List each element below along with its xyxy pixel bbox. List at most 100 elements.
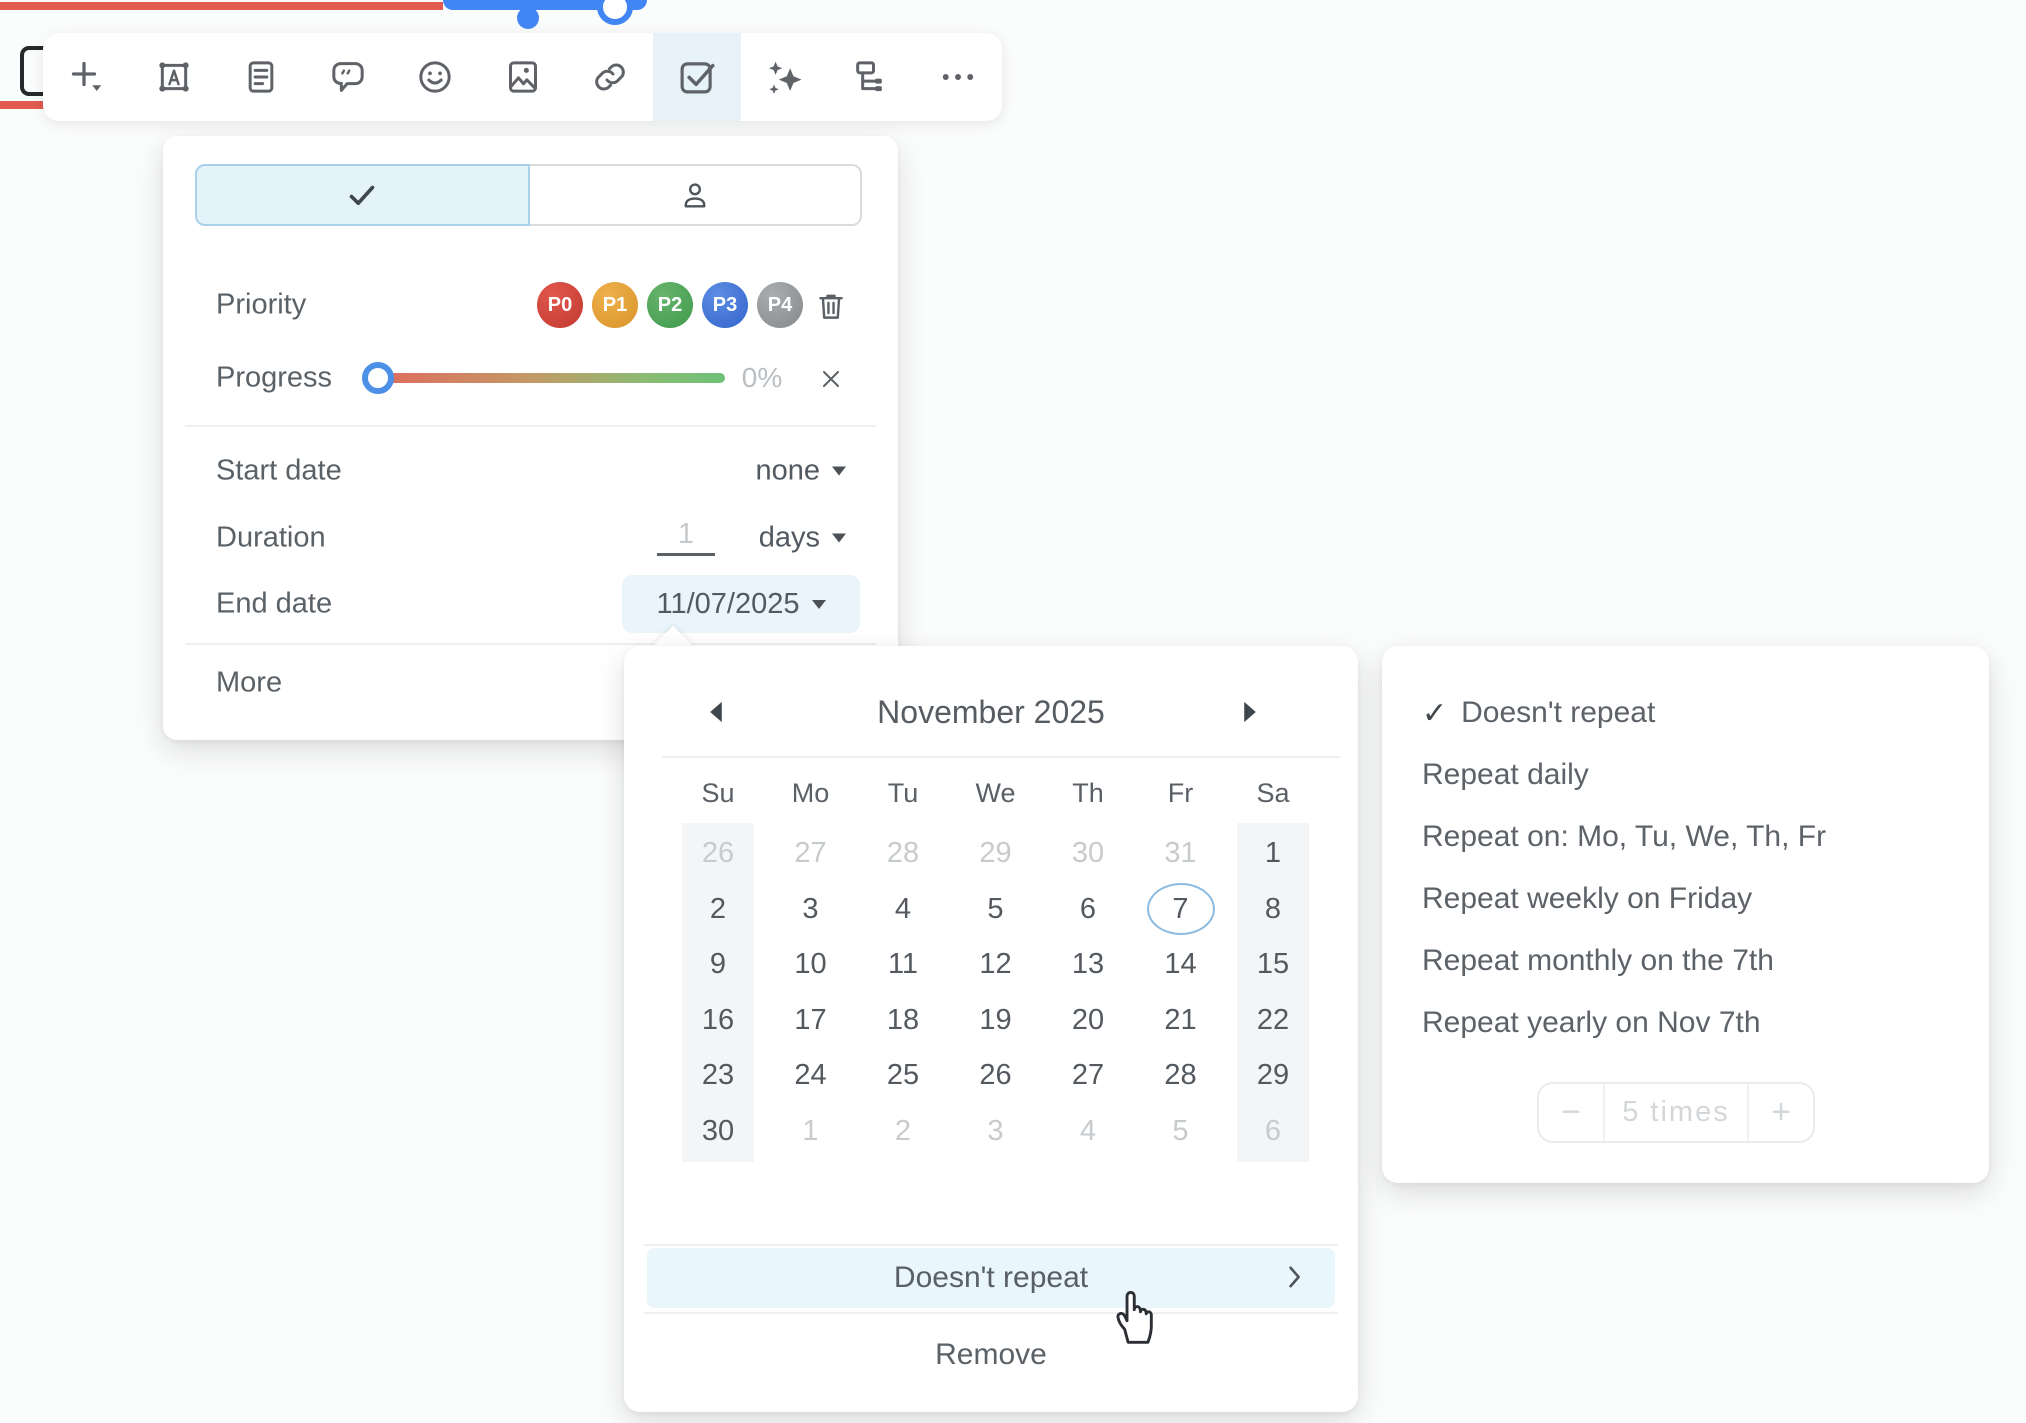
calendar-day[interactable]: 10 (775, 937, 847, 993)
calendar-day[interactable]: 27 (1052, 1048, 1124, 1104)
calendar-day[interactable]: 9 (682, 937, 754, 993)
calendar-day[interactable]: 5 (960, 882, 1032, 938)
calendar-day[interactable]: 20 (1052, 993, 1124, 1049)
calendar-day[interactable]: 5 (1145, 1104, 1217, 1160)
duration-unit-dropdown[interactable]: days (759, 522, 846, 555)
repeat-option-label: Repeat monthly on the 7th (1422, 944, 1774, 978)
calendar-day[interactable]: 4 (1052, 1104, 1124, 1160)
chevron-down-icon (832, 534, 846, 543)
mind-map-button[interactable] (828, 33, 915, 121)
selection-handle-ring[interactable] (597, 0, 633, 25)
ai-button[interactable] (741, 33, 828, 121)
text-frame-icon (154, 57, 194, 97)
calendar-day[interactable]: 8 (1237, 882, 1309, 938)
calendar-day[interactable]: 23 (682, 1048, 754, 1104)
calendar-day[interactable]: 6 (1052, 882, 1124, 938)
repeat-option[interactable]: Repeat weekly on Friday (1382, 868, 1989, 930)
increment-button[interactable]: + (1749, 1084, 1813, 1141)
chevron-down-icon (812, 600, 826, 609)
calendar-day[interactable]: 21 (1145, 993, 1217, 1049)
selected-day-ring: 7 (1147, 883, 1215, 935)
red-connector-line[interactable] (0, 2, 443, 10)
plus-icon (66, 56, 108, 98)
tab-status[interactable] (195, 164, 530, 226)
check-icon: ✓ (1422, 696, 1447, 731)
note-button[interactable] (217, 33, 304, 121)
priority-badge-p2[interactable]: P2 (647, 282, 693, 328)
date-picker-popup: November 2025 SuMoTuWeThFrSa 26272829303… (624, 646, 1358, 1412)
repeat-count-stepper: − 5 times + (1537, 1082, 1815, 1143)
end-date-dropdown[interactable]: 11/07/2025 (622, 575, 860, 633)
add-button[interactable] (43, 33, 130, 121)
repeat-option-label: Repeat weekly on Friday (1422, 882, 1752, 916)
repeat-option[interactable]: Repeat monthly on the 7th (1382, 930, 1989, 992)
calendar-day[interactable]: 18 (867, 993, 939, 1049)
comment-icon (328, 57, 368, 97)
calendar-day[interactable]: 25 (867, 1048, 939, 1104)
calendar-day[interactable]: 29 (1237, 1048, 1309, 1104)
priority-badge-p4[interactable]: P4 (757, 282, 803, 328)
progress-slider-thumb[interactable] (362, 362, 394, 394)
calendar-day[interactable]: 31 (1145, 826, 1217, 882)
calendar-day[interactable]: 28 (867, 826, 939, 882)
comment-button[interactable] (305, 33, 392, 121)
more-button[interactable]: More (216, 667, 282, 700)
calendar-day[interactable]: 15 (1237, 937, 1309, 993)
calendar-day[interactable]: 29 (960, 826, 1032, 882)
calendar-day[interactable]: 16 (682, 993, 754, 1049)
decrement-button[interactable]: − (1539, 1084, 1603, 1141)
repeat-option[interactable]: Repeat daily (1382, 744, 1989, 806)
calendar-day[interactable]: 28 (1145, 1048, 1217, 1104)
divider (185, 643, 876, 645)
calendar-day[interactable]: 19 (960, 993, 1032, 1049)
calendar-day[interactable]: 14 (1145, 937, 1217, 993)
repeat-option[interactable]: Repeat on: Mo, Tu, We, Th, Fr (1382, 806, 1989, 868)
calendar-day[interactable]: 26 (682, 826, 754, 882)
progress-slider[interactable] (375, 373, 725, 383)
calendar-day[interactable]: 2 (682, 882, 754, 938)
calendar-day[interactable]: 7 (1145, 882, 1217, 938)
text-frame-button[interactable] (130, 33, 217, 121)
calendar-day[interactable]: 3 (960, 1104, 1032, 1160)
calendar-day[interactable]: 3 (775, 882, 847, 938)
start-date-dropdown[interactable]: none (755, 455, 846, 488)
selection-handle[interactable] (517, 7, 539, 29)
calendar-day[interactable]: 30 (682, 1104, 754, 1160)
repeat-option[interactable]: ✓Doesn't repeat (1382, 682, 1989, 744)
more-button[interactable] (915, 33, 1002, 121)
checklist-button[interactable] (653, 33, 740, 121)
duration-input[interactable]: 1 (657, 518, 715, 556)
next-month-button[interactable] (1228, 690, 1272, 734)
progress-clear-button[interactable] (816, 364, 846, 394)
calendar-day[interactable]: 24 (775, 1048, 847, 1104)
repeat-setting-row[interactable]: Doesn't repeat (647, 1248, 1335, 1308)
tab-assignee[interactable] (530, 164, 863, 226)
emoji-button[interactable] (392, 33, 479, 121)
repeat-option[interactable]: Repeat yearly on Nov 7th (1382, 992, 1989, 1054)
link-icon (590, 57, 630, 97)
calendar-day[interactable]: 1 (1237, 826, 1309, 882)
calendar-day[interactable]: 27 (775, 826, 847, 882)
calendar-days-grid: 2627282930311234567891011121314151617181… (682, 826, 1309, 1159)
weekday-label: Tu (867, 778, 939, 809)
calendar-day[interactable]: 12 (960, 937, 1032, 993)
link-button[interactable] (566, 33, 653, 121)
priority-badge-p0[interactable]: P0 (537, 282, 583, 328)
calendar-day[interactable]: 17 (775, 993, 847, 1049)
priority-badge-p3[interactable]: P3 (702, 282, 748, 328)
sparkles-icon (763, 56, 805, 98)
calendar-day[interactable]: 13 (1052, 937, 1124, 993)
calendar-day[interactable]: 26 (960, 1048, 1032, 1104)
calendar-day[interactable]: 2 (867, 1104, 939, 1160)
priority-delete-button[interactable] (813, 288, 849, 324)
calendar-day[interactable]: 22 (1237, 993, 1309, 1049)
remove-date-button[interactable]: Remove (624, 1338, 1358, 1372)
calendar-day[interactable]: 1 (775, 1104, 847, 1160)
priority-badge-group: P0P1P2P3P4 (537, 282, 803, 328)
image-button[interactable] (479, 33, 566, 121)
calendar-day[interactable]: 11 (867, 937, 939, 993)
priority-badge-p1[interactable]: P1 (592, 282, 638, 328)
calendar-day[interactable]: 4 (867, 882, 939, 938)
calendar-day[interactable]: 6 (1237, 1104, 1309, 1160)
calendar-day[interactable]: 30 (1052, 826, 1124, 882)
